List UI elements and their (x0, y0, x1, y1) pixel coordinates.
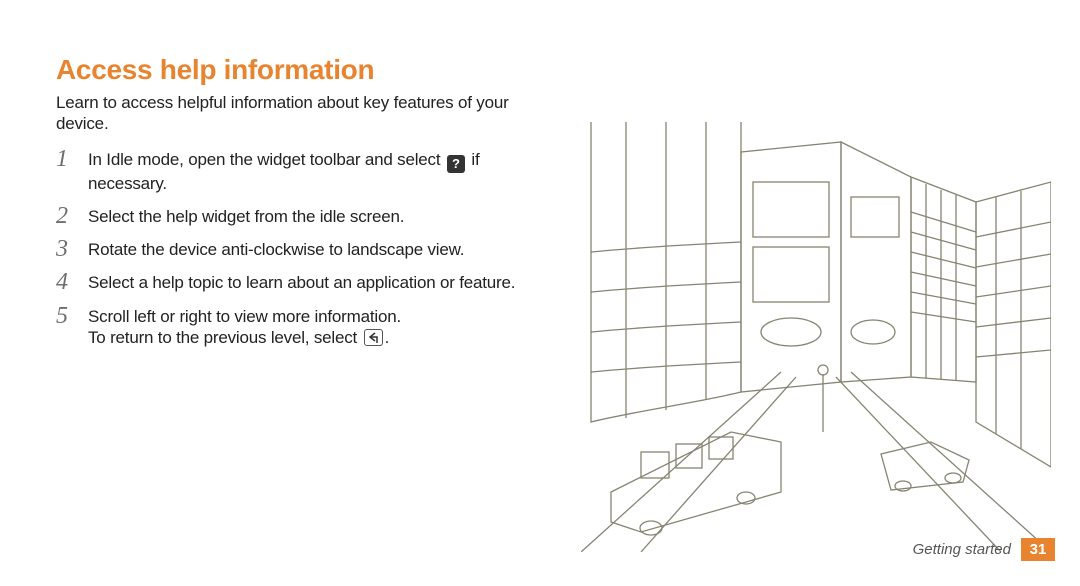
step-list: In Idle mode, open the widget toolbar an… (56, 149, 561, 349)
step-1: In Idle mode, open the widget toolbar an… (56, 149, 561, 194)
step-5-line2-post: . (385, 328, 390, 347)
step-5-line2-pre: To return to the previous level, select (88, 328, 362, 347)
step-4-text: Select a help topic to learn about an ap… (88, 273, 515, 292)
cityscape-illustration (581, 122, 1051, 552)
back-icon (364, 329, 383, 346)
step-2-text: Select the help widget from the idle scr… (88, 207, 404, 226)
footer-page-number: 31 (1021, 538, 1055, 561)
step-2: Select the help widget from the idle scr… (56, 206, 561, 227)
footer-section: Getting started (913, 541, 1011, 558)
page-title: Access help information (56, 54, 561, 86)
step-5-text: Scroll left or right to view more inform… (88, 307, 401, 326)
step-4: Select a help topic to learn about an ap… (56, 272, 561, 293)
help-icon: ? (447, 155, 465, 173)
step-3-text: Rotate the device anti-clockwise to land… (88, 240, 464, 259)
step-3: Rotate the device anti-clockwise to land… (56, 239, 561, 260)
step-1-pre: In Idle mode, open the widget toolbar an… (88, 150, 445, 169)
step-5: Scroll left or right to view more inform… (56, 306, 561, 349)
page-footer: Getting started 31 (913, 538, 1055, 561)
intro-text: Learn to access helpful information abou… (56, 92, 561, 135)
